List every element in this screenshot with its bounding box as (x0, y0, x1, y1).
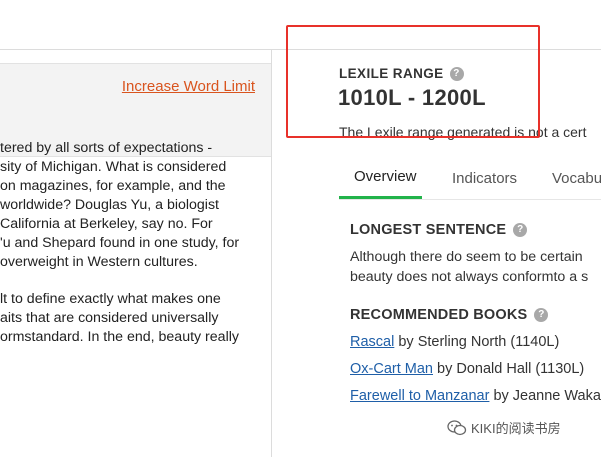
tab-vocabulary[interactable]: Vocabu (552, 170, 601, 187)
longest-sentence-heading: LONGEST SENTENCE ? (350, 222, 528, 238)
passage-panel: Increase Word Limit tered by all sorts o… (0, 50, 272, 457)
recommended-books-heading: RECOMMENDED BOOKS ? (350, 307, 549, 323)
longest-sentence-title: LONGEST SENTENCE (350, 222, 507, 238)
book-item: Farewell to Manzanar by Jeanne Waka (350, 388, 601, 404)
top-bar (0, 0, 601, 50)
book-item: Rascal by Sterling North (1140L) (350, 334, 559, 350)
passage-line: 'u and Shepard found in one study, for (0, 235, 240, 251)
tab-overview[interactable]: Overview (354, 168, 417, 185)
longest-sentence-line: Although there do seem to be certain (350, 249, 583, 265)
lexile-range-description: The Lexile range generated is not a cert (339, 124, 587, 140)
analysis-panel: LEXILE RANGE ? 1010L - 1200L The Lexile … (272, 50, 601, 457)
book-link[interactable]: Ox-Cart Man (350, 361, 433, 377)
book-link[interactable]: Farewell to Manzanar (350, 388, 489, 404)
passage-line: on magazines, for example, and the (0, 178, 226, 194)
longest-sentence-line: beauty does not always conformto a s (350, 269, 589, 285)
watermark: KIKI的阅读书房 (447, 418, 561, 437)
book-details: by Jeanne Waka (489, 388, 601, 404)
lexile-range-label: LEXILE RANGE (339, 66, 444, 81)
tabs-divider (339, 199, 601, 200)
wechat-icon (447, 419, 467, 436)
lexile-range-heading: LEXILE RANGE ? (339, 66, 464, 81)
watermark-text: KIKI的阅读书房 (471, 421, 561, 436)
book-details: by Sterling North (1140L) (394, 334, 560, 350)
passage-text: tered by all sorts of expectations - sit… (0, 139, 268, 347)
lexile-range-value: 1010L - 1200L (338, 85, 486, 110)
help-icon[interactable]: ? (534, 308, 549, 322)
book-link[interactable]: Rascal (350, 334, 394, 350)
passage-line: lt to define exactly what makes one (0, 291, 221, 307)
passage-line: aits that are considered universally (0, 310, 219, 326)
increase-word-limit-link[interactable]: Increase Word Limit (122, 78, 255, 95)
passage-line: overweight in Western cultures. (0, 254, 198, 270)
passage-line: worldwide? Douglas Yu, a biologist (0, 197, 219, 213)
recommended-books-title: RECOMMENDED BOOKS (350, 307, 528, 323)
book-details: by Donald Hall (1130L) (433, 361, 585, 377)
passage-line: sity of Michigan. What is considered (0, 159, 227, 175)
passage-line: ormstandard. In the end, beauty really (0, 329, 239, 345)
passage-line: tered by all sorts of expectations - (0, 140, 213, 156)
help-icon[interactable]: ? (513, 223, 528, 237)
book-item: Ox-Cart Man by Donald Hall (1130L) (350, 361, 584, 377)
help-icon[interactable]: ? (449, 66, 464, 81)
passage-line: California at Berkeley, say no. For (0, 216, 213, 232)
tab-indicators[interactable]: Indicators (452, 170, 517, 187)
